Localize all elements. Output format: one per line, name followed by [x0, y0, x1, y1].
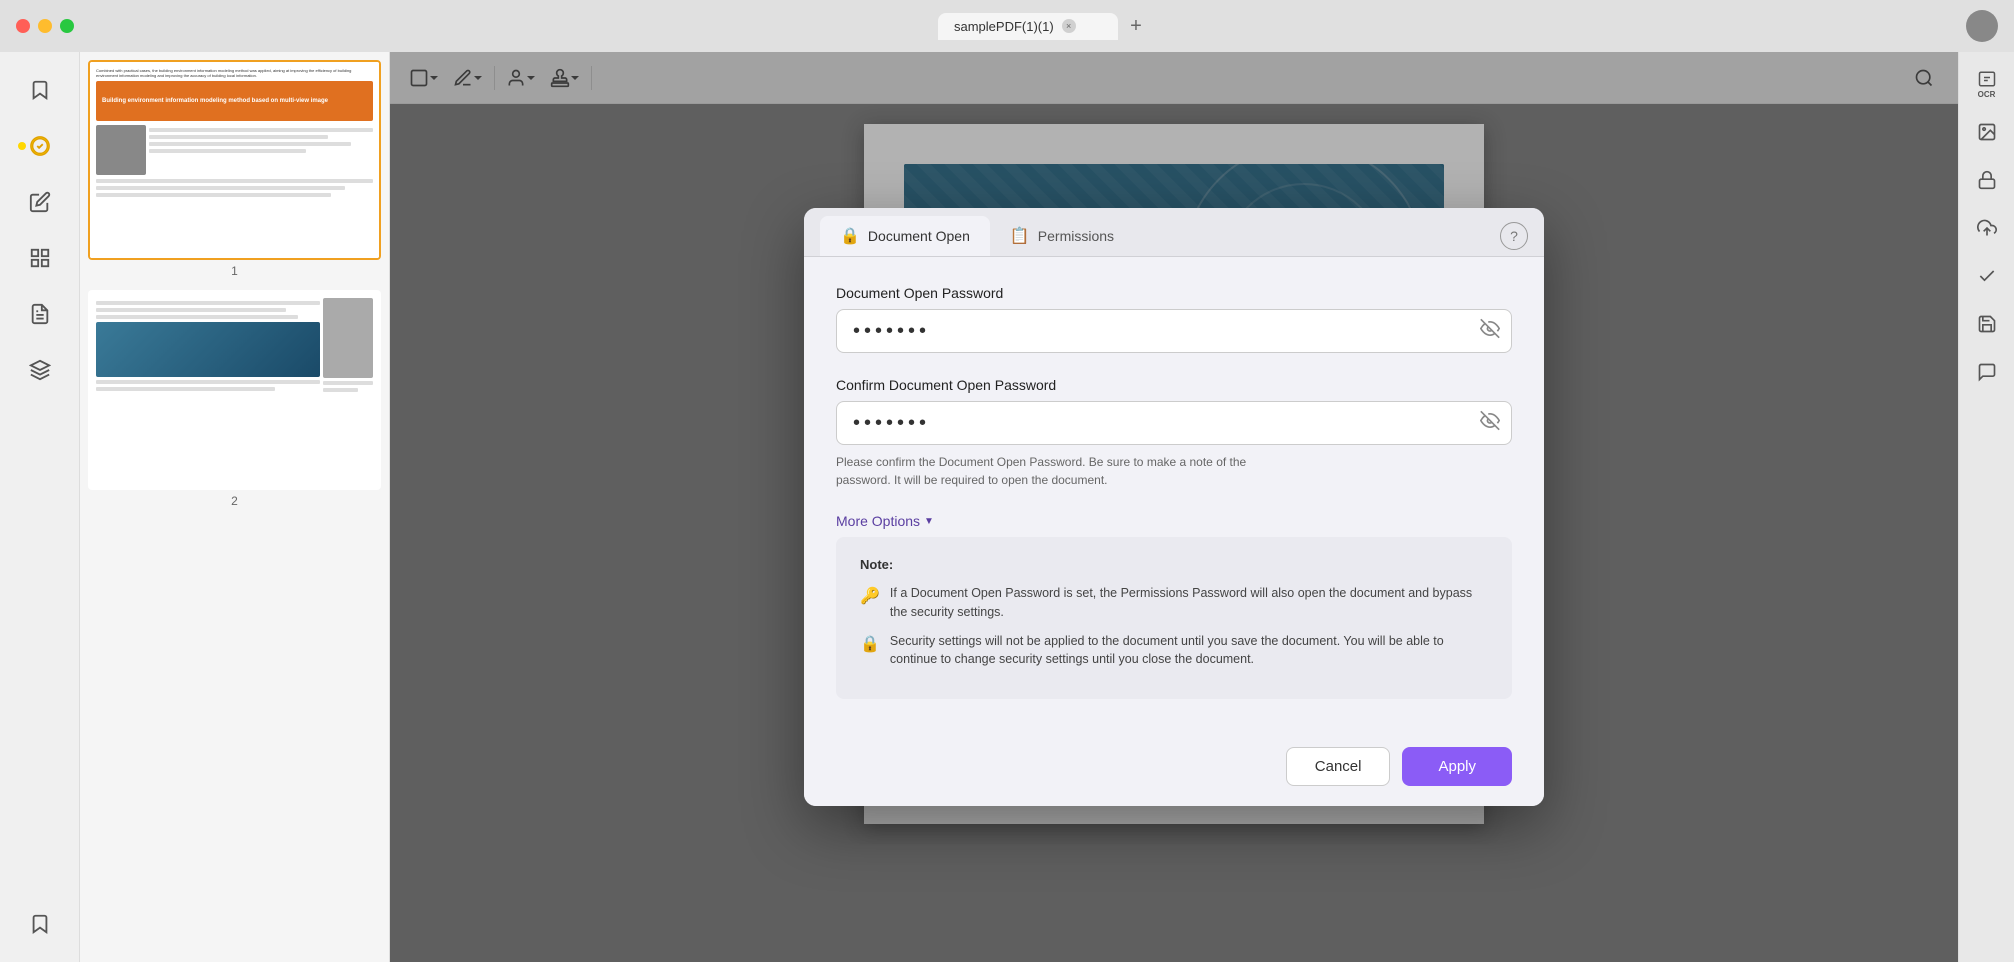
- confirm-eye-toggle[interactable]: [1480, 411, 1500, 436]
- password-input[interactable]: [836, 309, 1512, 353]
- lock-icon: 🔒: [840, 226, 860, 246]
- password-label: Document Open Password: [836, 285, 1512, 301]
- thumbnail-panel: Combined with practical cases, the build…: [80, 52, 390, 962]
- new-tab-button[interactable]: +: [1122, 12, 1150, 40]
- apply-button[interactable]: Apply: [1402, 747, 1512, 786]
- tab-area: samplePDF(1)(1) × +: [90, 12, 1998, 40]
- modal-body: Document Open Password Confirm Document …: [804, 257, 1544, 727]
- list-item[interactable]: 2: [88, 290, 381, 508]
- minimize-button[interactable]: [38, 19, 52, 33]
- scan-button[interactable]: [1967, 112, 2007, 152]
- more-options-button[interactable]: More Options ▼: [836, 513, 1512, 529]
- password-hint: Please confirm the Document Open Passwor…: [836, 453, 1512, 489]
- confirm-password-input[interactable]: [836, 401, 1512, 445]
- sidebar-item-highlight[interactable]: [14, 120, 66, 172]
- sidebar-item-bookmark2[interactable]: [14, 898, 66, 950]
- key-icon: 🔑: [860, 585, 880, 609]
- sidebar-item-organize[interactable]: [14, 288, 66, 340]
- page-number-2: 2: [88, 494, 381, 508]
- check-button[interactable]: [1967, 256, 2007, 296]
- chevron-down-icon: ▼: [924, 516, 934, 527]
- title-bar: samplePDF(1)(1) × +: [0, 0, 2014, 52]
- cancel-button[interactable]: Cancel: [1286, 747, 1391, 786]
- main-content: only has a position, shape, color, and t…: [390, 52, 1958, 962]
- note-label: Note:: [860, 557, 1488, 572]
- sidebar-left: [0, 52, 80, 962]
- upload-button[interactable]: [1967, 208, 2007, 248]
- password-field: [836, 309, 1512, 353]
- thumbnail-image: Combined with practical cases, the build…: [88, 60, 381, 260]
- security-dialog: 🔒 Document Open 📋 Permissions ?: [804, 208, 1544, 806]
- traffic-lights: [16, 19, 74, 33]
- modal-tabs: 🔒 Document Open 📋 Permissions ?: [804, 208, 1544, 257]
- maximize-button[interactable]: [60, 19, 74, 33]
- more-options-label: More Options: [836, 513, 920, 529]
- permissions-icon: 📋: [1010, 226, 1030, 246]
- confirm-password-field: [836, 401, 1512, 445]
- user-avatar[interactable]: [1966, 10, 1998, 42]
- lock2-icon: 🔒: [860, 633, 880, 657]
- sidebar-item-pages[interactable]: [14, 232, 66, 284]
- help-button[interactable]: ?: [1500, 222, 1528, 250]
- tab-document-open-label: Document Open: [868, 228, 970, 244]
- password-eye-toggle[interactable]: [1480, 319, 1500, 344]
- confirm-password-group: Confirm Document Open Password Please co…: [836, 377, 1512, 489]
- note-item-1: 🔑 If a Document Open Password is set, th…: [860, 584, 1488, 622]
- lock-button[interactable]: [1967, 160, 2007, 200]
- note-section: Note: 🔑 If a Document Open Password is s…: [836, 537, 1512, 699]
- note-text-2: Security settings will not be applied to…: [890, 632, 1488, 670]
- tab-permissions[interactable]: 📋 Permissions: [990, 216, 1134, 256]
- note-item-2: 🔒 Security settings will not be applied …: [860, 632, 1488, 670]
- document-open-password-group: Document Open Password: [836, 285, 1512, 353]
- app-body: Combined with practical cases, the build…: [0, 52, 2014, 962]
- ocr-button[interactable]: OCR: [1967, 64, 2007, 104]
- tab-permissions-label: Permissions: [1038, 228, 1114, 244]
- ocr-label: OCR: [1978, 90, 1996, 99]
- sidebar-right: OCR: [1958, 52, 2014, 962]
- sidebar-item-edit[interactable]: [14, 176, 66, 228]
- chat-button[interactable]: [1967, 352, 2007, 392]
- save-button[interactable]: [1967, 304, 2007, 344]
- modal-overlay: 🔒 Document Open 📋 Permissions ?: [390, 52, 1958, 962]
- confirm-password-label: Confirm Document Open Password: [836, 377, 1512, 393]
- tab-document-open[interactable]: 🔒 Document Open: [820, 216, 990, 256]
- tab-close-button[interactable]: ×: [1062, 19, 1076, 33]
- modal-footer: Cancel Apply: [804, 727, 1544, 806]
- sidebar-item-bookmarks[interactable]: [14, 64, 66, 116]
- thumbnail-image-2: [88, 290, 381, 490]
- close-button[interactable]: [16, 19, 30, 33]
- note-text-1: If a Document Open Password is set, the …: [890, 584, 1488, 622]
- list-item[interactable]: Combined with practical cases, the build…: [88, 60, 381, 278]
- tab-title: samplePDF(1)(1): [954, 19, 1054, 34]
- active-tab[interactable]: samplePDF(1)(1) ×: [938, 13, 1118, 40]
- sidebar-item-layers[interactable]: [14, 344, 66, 396]
- page-number: 1: [88, 264, 381, 278]
